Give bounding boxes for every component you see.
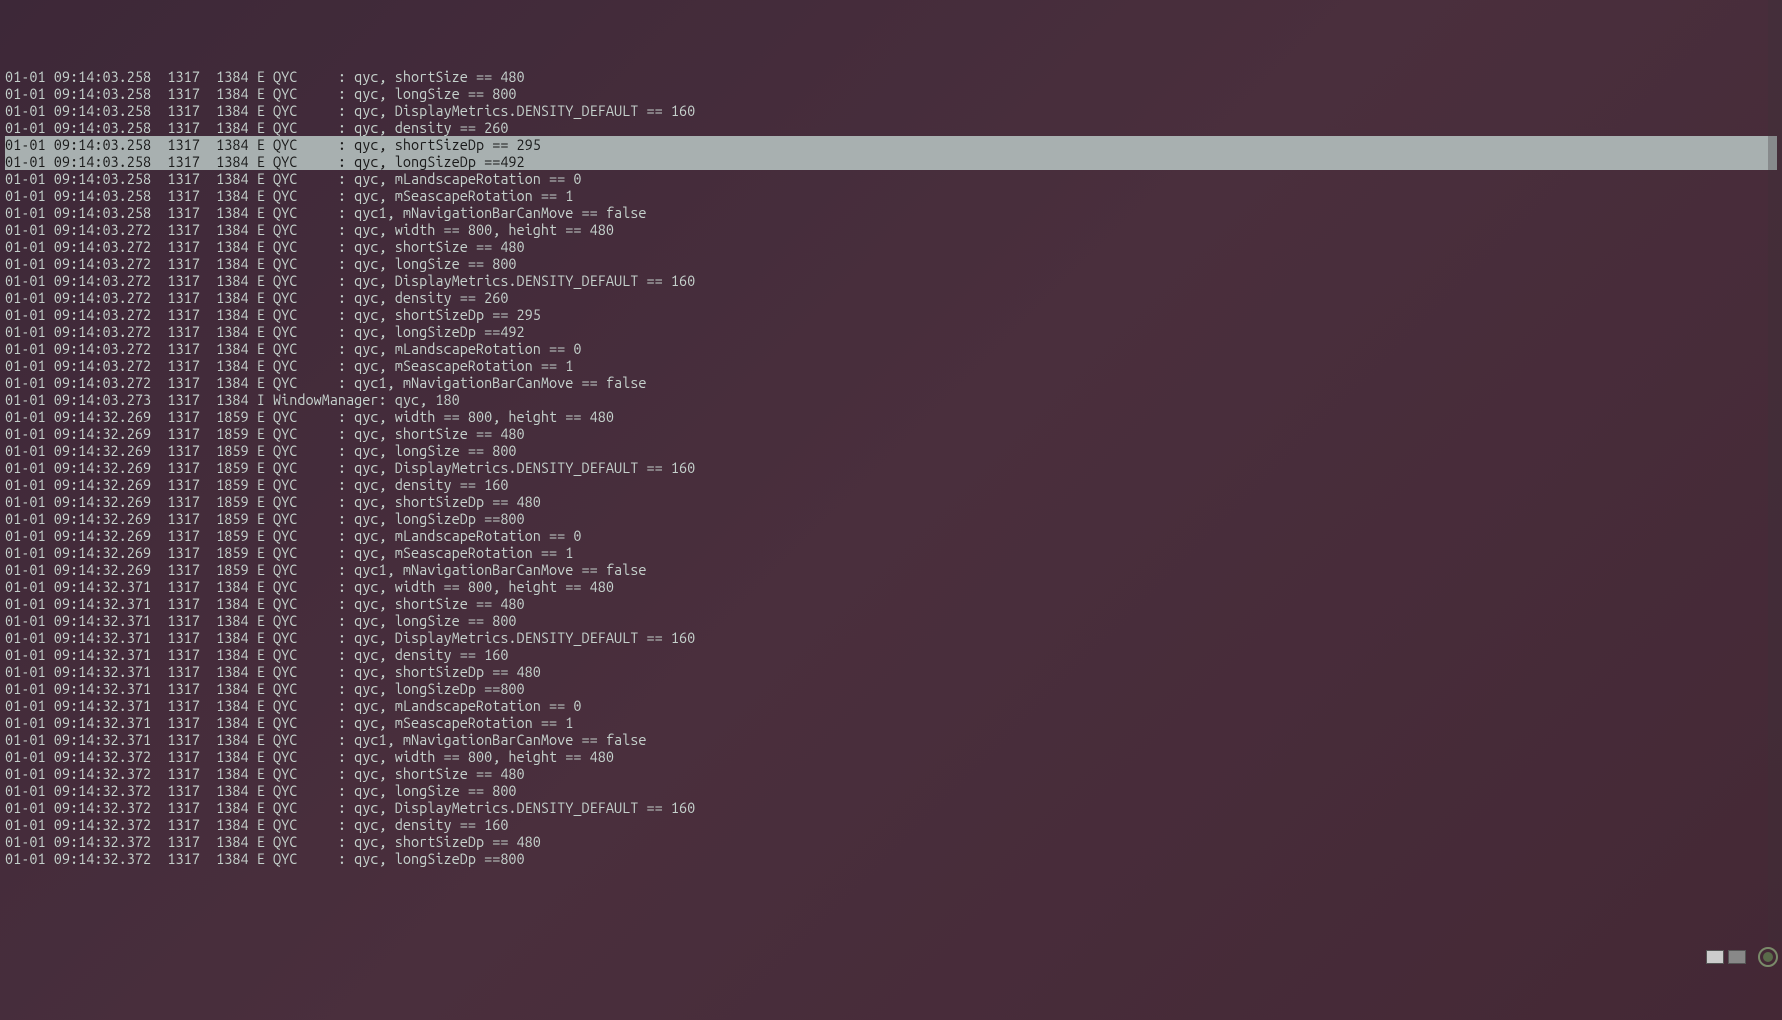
log-line[interactable]: 01-01 09:14:03.272 1317 1384 E QYC : qyc… [5, 323, 1777, 340]
log-line[interactable]: 01-01 09:14:32.372 1317 1384 E QYC : qyc… [5, 799, 1777, 816]
log-line[interactable]: 01-01 09:14:32.269 1317 1859 E QYC : qyc… [5, 544, 1777, 561]
log-line[interactable]: 01-01 09:14:32.372 1317 1384 E QYC : qyc… [5, 748, 1777, 765]
scrollbar[interactable] [1768, 0, 1782, 941]
log-line[interactable]: 01-01 09:14:32.371 1317 1384 E QYC : qyc… [5, 663, 1777, 680]
log-line[interactable]: 01-01 09:14:03.258 1317 1384 E QYC : qyc… [5, 119, 1777, 136]
log-line[interactable]: 01-01 09:14:32.269 1317 1859 E QYC : qyc… [5, 425, 1777, 442]
log-line[interactable]: 01-01 09:14:03.272 1317 1384 E QYC : qyc… [5, 255, 1777, 272]
log-line[interactable]: 01-01 09:14:32.372 1317 1384 E QYC : qyc… [5, 765, 1777, 782]
log-line[interactable]: 01-01 09:14:32.371 1317 1384 E QYC : qyc… [5, 595, 1777, 612]
terminal-output[interactable]: 01-01 09:14:03.258 1317 1384 E QYC : qyc… [0, 68, 1782, 867]
log-line[interactable]: 01-01 09:14:32.269 1317 1859 E QYC : qyc… [5, 476, 1777, 493]
log-line[interactable]: 01-01 09:14:32.371 1317 1384 E QYC : qyc… [5, 612, 1777, 629]
log-line[interactable]: 01-01 09:14:03.258 1317 1384 E QYC : qyc… [5, 187, 1777, 204]
log-line[interactable]: 01-01 09:14:32.372 1317 1384 E QYC : qyc… [5, 782, 1777, 799]
log-line[interactable]: 01-01 09:14:03.258 1317 1384 E QYC : qyc… [5, 204, 1777, 221]
log-line[interactable]: 01-01 09:14:32.269 1317 1859 E QYC : qyc… [5, 459, 1777, 476]
log-line[interactable]: 01-01 09:14:03.272 1317 1384 E QYC : qyc… [5, 238, 1777, 255]
log-line[interactable]: 01-01 09:14:03.272 1317 1384 E QYC : qyc… [5, 221, 1777, 238]
window-switcher-icon[interactable] [1706, 950, 1724, 964]
log-line[interactable]: 01-01 09:14:32.269 1317 1859 E QYC : qyc… [5, 493, 1777, 510]
taskbar [1702, 943, 1782, 971]
log-line[interactable]: 01-01 09:14:32.269 1317 1859 E QYC : qyc… [5, 510, 1777, 527]
log-line[interactable]: 01-01 09:14:03.272 1317 1384 E QYC : qyc… [5, 272, 1777, 289]
log-line[interactable]: 01-01 09:14:03.272 1317 1384 E QYC : qyc… [5, 306, 1777, 323]
log-line[interactable]: 01-01 09:14:03.272 1317 1384 E QYC : qyc… [5, 340, 1777, 357]
log-line[interactable]: 01-01 09:14:32.269 1317 1859 E QYC : qyc… [5, 408, 1777, 425]
log-line[interactable]: 01-01 09:14:32.269 1317 1859 E QYC : qyc… [5, 527, 1777, 544]
log-line[interactable]: 01-01 09:14:32.371 1317 1384 E QYC : qyc… [5, 731, 1777, 748]
log-line[interactable]: 01-01 09:14:32.372 1317 1384 E QYC : qyc… [5, 850, 1777, 867]
log-line[interactable]: 01-01 09:14:03.258 1317 1384 E QYC : qyc… [5, 85, 1777, 102]
log-line[interactable]: 01-01 09:14:32.371 1317 1384 E QYC : qyc… [5, 680, 1777, 697]
log-line[interactable]: 01-01 09:14:03.258 1317 1384 E QYC : qyc… [5, 136, 1777, 153]
log-line[interactable]: 01-01 09:14:32.372 1317 1384 E QYC : qyc… [5, 816, 1777, 833]
log-line[interactable]: 01-01 09:14:32.371 1317 1384 E QYC : qyc… [5, 646, 1777, 663]
log-line[interactable]: 01-01 09:14:32.371 1317 1384 E QYC : qyc… [5, 578, 1777, 595]
log-line[interactable]: 01-01 09:14:03.258 1317 1384 E QYC : qyc… [5, 153, 1777, 170]
log-line[interactable]: 01-01 09:14:32.371 1317 1384 E QYC : qyc… [5, 714, 1777, 731]
log-line[interactable]: 01-01 09:14:03.258 1317 1384 E QYC : qyc… [5, 68, 1777, 85]
log-line[interactable]: 01-01 09:14:32.269 1317 1859 E QYC : qyc… [5, 442, 1777, 459]
window-switcher-icon[interactable] [1728, 950, 1746, 964]
system-tray-icon[interactable] [1758, 947, 1778, 967]
log-line[interactable]: 01-01 09:14:32.269 1317 1859 E QYC : qyc… [5, 561, 1777, 578]
log-line[interactable]: 01-01 09:14:03.272 1317 1384 E QYC : qyc… [5, 289, 1777, 306]
log-line[interactable]: 01-01 09:14:03.272 1317 1384 E QYC : qyc… [5, 374, 1777, 391]
log-line[interactable]: 01-01 09:14:32.372 1317 1384 E QYC : qyc… [5, 833, 1777, 850]
log-line[interactable]: 01-01 09:14:03.273 1317 1384 I WindowMan… [5, 391, 1777, 408]
log-line[interactable]: 01-01 09:14:03.258 1317 1384 E QYC : qyc… [5, 170, 1777, 187]
log-line[interactable]: 01-01 09:14:03.258 1317 1384 E QYC : qyc… [5, 102, 1777, 119]
log-line[interactable]: 01-01 09:14:32.371 1317 1384 E QYC : qyc… [5, 697, 1777, 714]
log-line[interactable]: 01-01 09:14:03.272 1317 1384 E QYC : qyc… [5, 357, 1777, 374]
log-line[interactable]: 01-01 09:14:32.371 1317 1384 E QYC : qyc… [5, 629, 1777, 646]
